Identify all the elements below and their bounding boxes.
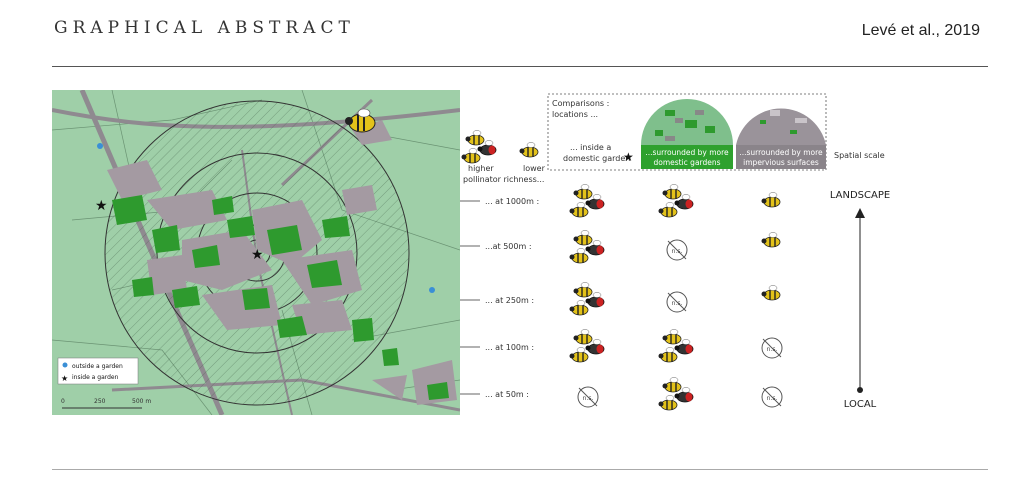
richness-higher: higher [468, 164, 494, 173]
result-100-col2 [659, 330, 694, 363]
scale-100m: ... at 100m : [485, 343, 534, 352]
col1-star: ★ [623, 150, 634, 164]
comparisons-title-1: Comparisons : [552, 99, 609, 108]
scale-500: 500 m [132, 398, 151, 405]
axis-landscape: LANDSCAPE [830, 190, 890, 201]
result-50-col1: n.s. [577, 386, 599, 408]
svg-text:n.s.: n.s. [583, 395, 594, 402]
legend-inside: inside a garden [72, 374, 119, 381]
result-1000-col3 [760, 191, 781, 208]
result-500-col1 [570, 231, 605, 264]
svg-text:n.s.: n.s. [767, 395, 778, 402]
result-500-col3 [760, 231, 781, 248]
outside-garden-point [97, 143, 103, 149]
graphical-abstract-title: GRAPHICAL ABSTRACT [54, 18, 355, 38]
scale-0: 0 [61, 398, 65, 405]
svg-text:n.s.: n.s. [672, 248, 683, 255]
result-100-col1 [570, 330, 605, 363]
scale-250m: ... at 250m : [485, 296, 534, 305]
scale-250: 250 [94, 398, 106, 405]
impervious-dome [736, 108, 826, 145]
bottom-rule [52, 469, 988, 470]
result-50-col2 [659, 378, 694, 411]
top-rule [52, 66, 988, 67]
svg-text:n.s.: n.s. [672, 300, 683, 307]
citation: Levé et al., 2019 [861, 22, 980, 39]
axis-local: LOCAL [844, 399, 877, 410]
scale-1000m: ... at 1000m : [485, 197, 539, 206]
result-250-col3 [760, 284, 781, 301]
result-50-col3: n.s. [761, 386, 783, 408]
inside-garden-star: ★ [95, 198, 108, 214]
center-garden-star: ★ [251, 247, 264, 263]
richness-legend: higher lower pollinator richness... [462, 131, 546, 184]
col3-label-1: ...surrounded by more [739, 148, 823, 157]
col1-label-2: domestic garden [563, 154, 630, 163]
col2-label-1: ...surrounded by more [645, 148, 729, 157]
col3-label-2: impervious surfaces [743, 158, 819, 167]
result-500-col2: n.s. [666, 239, 688, 261]
scale-50m: ... at 50m : [485, 390, 529, 399]
result-100-col3: n.s. [761, 337, 783, 359]
result-1000-col2 [659, 185, 694, 218]
result-250-col1 [570, 283, 605, 316]
result-1000-col1 [570, 185, 605, 218]
col2-label-2: domestic gardens [653, 158, 720, 167]
svg-text:n.s.: n.s. [767, 346, 778, 353]
legend-outside: outside a garden [72, 363, 123, 370]
outside-garden-point [429, 287, 435, 293]
col1-label-1: ... inside a [570, 143, 611, 152]
scale-500m: ...at 500m : [485, 242, 532, 251]
svg-text:★: ★ [61, 374, 68, 383]
results-figure: higher lower pollinator richness... Comp… [460, 93, 890, 411]
study-map: ★ ★ outside a garden ★ inside a garden 0… [52, 90, 460, 415]
comparisons-title-2: locations ... [552, 110, 598, 119]
richness-label: pollinator richness... [463, 175, 544, 184]
result-250-col2: n.s. [666, 291, 688, 313]
spatial-scale-label: Spatial scale [834, 151, 885, 160]
richness-lower: lower [523, 164, 546, 173]
